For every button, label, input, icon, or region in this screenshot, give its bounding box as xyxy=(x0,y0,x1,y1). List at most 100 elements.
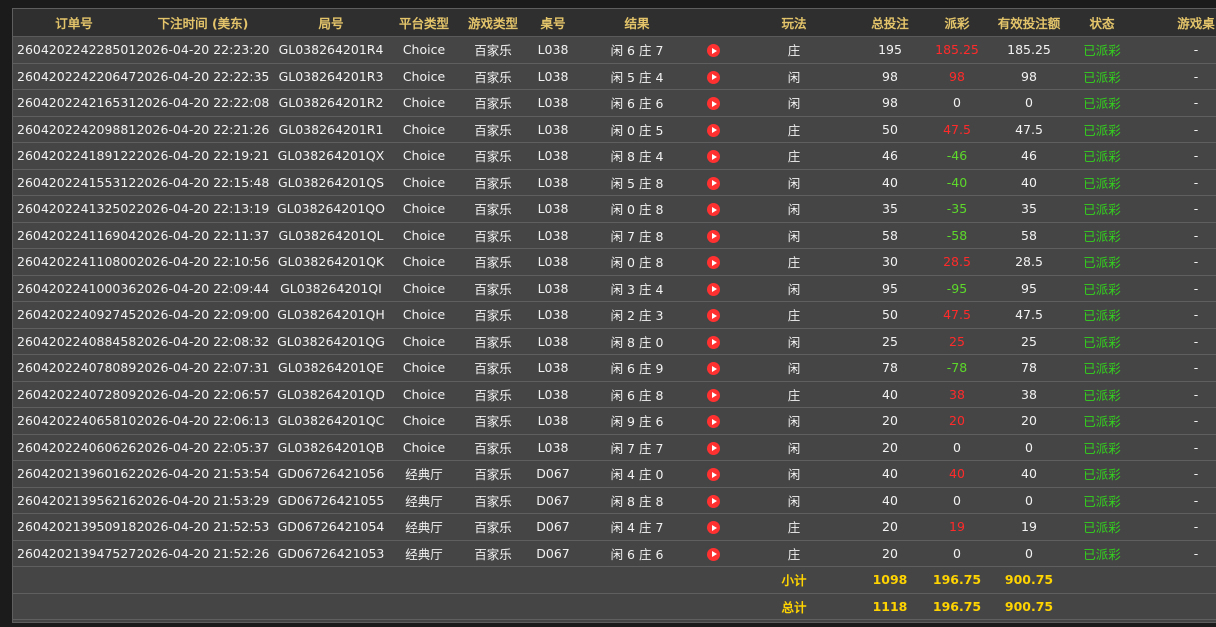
bet-type-cell: 闲 xyxy=(729,328,859,355)
round-no-cell: GL038264201QX xyxy=(271,142,391,170)
play-icon[interactable] xyxy=(706,547,720,561)
bet-time-cell: 2026-04-20 22:11:37 xyxy=(135,222,271,249)
play-icon[interactable] xyxy=(706,521,720,535)
header-status: 状态 xyxy=(1065,9,1139,37)
play-icon[interactable] xyxy=(706,335,720,349)
play-icon[interactable] xyxy=(706,494,720,508)
total-bet-cell: 35 xyxy=(859,195,921,223)
table-no-cell: L038 xyxy=(529,275,577,302)
table-row: 260420224220647 2026-04-20 22:22:35 GL0382… xyxy=(13,63,1216,90)
platform-cell: 经典厅 xyxy=(391,513,457,541)
status-cell: 已派彩 xyxy=(1065,540,1139,567)
total-bet-cell: 195 xyxy=(859,36,921,64)
platform-cell: Choice xyxy=(391,142,457,170)
table-row: 260420213960162 2026-04-20 21:53:54 GD0672… xyxy=(13,460,1216,488)
play-icon[interactable] xyxy=(706,256,720,270)
bet-time-cell: 2026-04-20 22:09:00 xyxy=(135,301,271,329)
game-table-cell: - xyxy=(1139,487,1216,514)
table-no-cell: L038 xyxy=(529,89,577,117)
game-type-cell: 百家乐 xyxy=(457,169,529,196)
replay-cell xyxy=(697,301,729,329)
play-icon[interactable] xyxy=(706,44,720,58)
payout-cell: 98 xyxy=(921,63,993,90)
play-icon[interactable] xyxy=(706,468,720,482)
order-id-cell: 260420213960162 xyxy=(13,460,136,488)
result-cell: 闲 6 庄 9 xyxy=(577,354,697,382)
table-no-cell: D067 xyxy=(529,540,577,567)
grandtotal-payout: 196.75 xyxy=(921,593,993,620)
header-valid-bet: 有效投注额 xyxy=(993,9,1065,37)
platform-cell: 经典厅 xyxy=(391,487,457,514)
game-table-cell: - xyxy=(1139,434,1216,461)
play-icon[interactable] xyxy=(706,415,720,429)
round-no-cell: GL038264201QD xyxy=(271,381,391,408)
status-cell: 已派彩 xyxy=(1065,222,1139,249)
round-no-cell: GL038264201QI xyxy=(271,275,391,302)
game-type-cell: 百家乐 xyxy=(457,381,529,408)
platform-cell: Choice xyxy=(391,169,457,196)
total-bet-cell: 25 xyxy=(859,328,921,355)
bet-time-cell: 2026-04-20 22:05:37 xyxy=(135,434,271,461)
play-icon[interactable] xyxy=(706,362,720,376)
result-cell: 闲 9 庄 6 xyxy=(577,407,697,435)
status-cell: 已派彩 xyxy=(1065,116,1139,143)
header-game-table: 游戏桌 xyxy=(1139,9,1216,37)
platform-cell: Choice xyxy=(391,354,457,382)
order-id-cell: 260420224116904 xyxy=(13,222,136,249)
game-table-cell: - xyxy=(1139,222,1216,249)
table-row: 260420224155312 2026-04-20 22:15:48 GL0382… xyxy=(13,169,1216,196)
bet-time-cell: 2026-04-20 22:23:20 xyxy=(135,36,271,64)
game-table-cell: - xyxy=(1139,513,1216,541)
status-cell: 已派彩 xyxy=(1065,487,1139,514)
table-no-cell: L038 xyxy=(529,407,577,435)
table-no-cell: D067 xyxy=(529,487,577,514)
table-row: 260420224228501 2026-04-20 22:23:20 GL0382… xyxy=(13,36,1216,64)
bet-type-cell: 庄 xyxy=(729,381,859,408)
play-icon[interactable] xyxy=(706,441,720,455)
bet-type-cell: 庄 xyxy=(729,116,859,143)
table-no-cell: L038 xyxy=(529,248,577,276)
table-row: 260420213950918 2026-04-20 21:52:53 GD0672… xyxy=(13,513,1216,541)
order-id-cell: 260420224060626 xyxy=(13,434,136,461)
round-no-cell: GL038264201R1 xyxy=(271,116,391,143)
play-icon[interactable] xyxy=(706,229,720,243)
play-icon[interactable] xyxy=(706,97,720,111)
total-bet-cell: 20 xyxy=(859,513,921,541)
table-row: 260420224116904 2026-04-20 22:11:37 GL0382… xyxy=(13,222,1216,249)
game-table-cell: - xyxy=(1139,116,1216,143)
replay-cell xyxy=(697,513,729,541)
header-game-type: 游戏类型 xyxy=(457,9,529,37)
round-no-cell: GL038264201QK xyxy=(271,248,391,276)
result-cell: 闲 7 庄 7 xyxy=(577,434,697,461)
header-table-no: 桌号 xyxy=(529,9,577,37)
play-icon[interactable] xyxy=(706,176,720,190)
play-icon[interactable] xyxy=(706,70,720,84)
replay-cell xyxy=(697,89,729,117)
play-icon[interactable] xyxy=(706,123,720,137)
status-cell: 已派彩 xyxy=(1065,354,1139,382)
valid-bet-cell: 40 xyxy=(993,460,1065,488)
status-cell: 已派彩 xyxy=(1065,513,1139,541)
order-id-cell: 260420224220647 xyxy=(13,63,136,90)
table-no-cell: L038 xyxy=(529,169,577,196)
table-no-cell: L038 xyxy=(529,36,577,64)
play-icon[interactable] xyxy=(706,388,720,402)
order-id-cell: 260420224065810 xyxy=(13,407,136,435)
play-icon[interactable] xyxy=(706,282,720,296)
status-cell: 已派彩 xyxy=(1065,407,1139,435)
play-icon[interactable] xyxy=(706,150,720,164)
table-row: 260420224060626 2026-04-20 22:05:37 GL0382… xyxy=(13,434,1216,461)
payout-cell: -35 xyxy=(921,195,993,223)
table-no-cell: L038 xyxy=(529,434,577,461)
payout-cell: 0 xyxy=(921,434,993,461)
total-bet-cell: 40 xyxy=(859,381,921,408)
round-no-cell: GL038264201R4 xyxy=(271,36,391,64)
game-type-cell: 百家乐 xyxy=(457,116,529,143)
play-icon[interactable] xyxy=(706,203,720,217)
play-icon[interactable] xyxy=(706,309,720,323)
game-table-cell: - xyxy=(1139,275,1216,302)
bet-time-cell: 2026-04-20 22:22:35 xyxy=(135,63,271,90)
bet-type-cell: 闲 xyxy=(729,407,859,435)
replay-cell xyxy=(697,169,729,196)
platform-cell: Choice xyxy=(391,195,457,223)
